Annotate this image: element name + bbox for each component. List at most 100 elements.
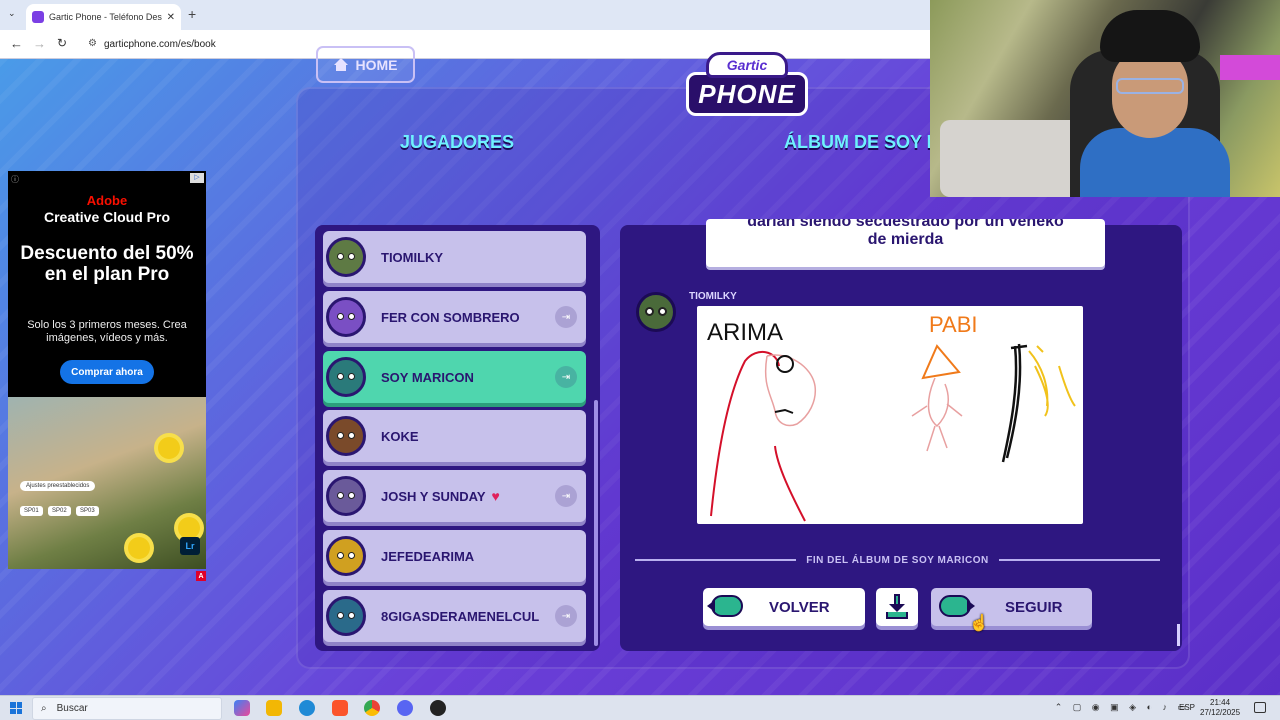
taskbar-clock[interactable]: 21:44 27/12/2025 xyxy=(1200,698,1240,718)
logo-main-text: PHONE xyxy=(686,72,808,116)
drawing-canvas: ARIMA PABI xyxy=(697,306,1083,524)
ad-presets-label: Ajustes preestablecidos xyxy=(20,481,96,491)
clock-date: 27/12/2025 xyxy=(1200,708,1241,717)
kick-player-icon[interactable]: ⇥ xyxy=(555,605,577,627)
album-caption: darían siendo secuestrado por un veneko … xyxy=(706,219,1105,267)
download-button[interactable] xyxy=(876,588,918,626)
tab-list-chevron-icon[interactable]: ⌄ xyxy=(8,8,16,19)
home-label: HOME xyxy=(355,56,398,73)
kick-player-icon[interactable]: ⇥ xyxy=(555,485,577,507)
ad-cta-button[interactable]: Comprar ahora xyxy=(60,360,154,384)
brave-icon[interactable] xyxy=(332,700,348,716)
album-scrollbar[interactable] xyxy=(1177,624,1180,646)
copilot-icon[interactable] xyxy=(234,700,250,716)
ad-headline: Descuento del 50% en el plan Pro xyxy=(20,243,194,285)
taskbar-search[interactable]: ⌕ Buscar xyxy=(32,697,222,720)
back-arrow-icon xyxy=(707,595,743,617)
adobe-ad[interactable]: ⓘ ▷ Adobe Creative Cloud Pro Descuento d… xyxy=(8,171,206,569)
browser-tab[interactable]: Gartic Phone - Teléfono Descon ✕ xyxy=(26,4,181,30)
player-avatar xyxy=(326,476,366,516)
next-label: SEGUIR xyxy=(1005,598,1063,616)
adchoices-icon[interactable]: ▷ xyxy=(190,173,204,183)
browser-tab-bar: ⌄ Gartic Phone - Teléfono Descon ✕ + xyxy=(0,0,930,30)
ad-subtext: Solo los 3 primeros meses. Crea imágenes… xyxy=(27,319,187,344)
player-row[interactable]: JOSH Y SUNDAY ♥ ⇥ xyxy=(323,470,586,522)
ad-marker-icon: A xyxy=(196,571,206,581)
mouse-cursor-icon: ☝ xyxy=(969,615,989,632)
discord-icon[interactable] xyxy=(397,700,413,716)
player-avatar xyxy=(326,596,366,636)
edge-icon[interactable] xyxy=(299,700,315,716)
ad-preset-chip: SP01 xyxy=(20,506,43,516)
flower-icon xyxy=(158,437,180,459)
ad-photo: Ajustes preestablecidos SP01 SP02 SP03 L… xyxy=(8,397,206,569)
player-row[interactable]: 8GIGASDERAMENELCUL ⇥ xyxy=(323,590,586,642)
next-button[interactable]: SEGUIR xyxy=(931,588,1092,626)
file-explorer-icon[interactable] xyxy=(266,700,282,716)
player-name: SOY MARICON xyxy=(381,369,474,385)
player-avatar xyxy=(326,536,366,576)
windows-start-icon[interactable] xyxy=(10,702,22,714)
player-name: JEFEDEARIMA xyxy=(381,548,475,564)
player-name: JOSH Y SUNDAY xyxy=(381,488,486,504)
windows-taskbar: ⌕ Buscar ⌃ ▢ ◉ ▣ ◈ ◐ ♪ ▭ ESP 21:44 27/12… xyxy=(0,695,1280,720)
heart-icon: ♥ xyxy=(491,488,500,504)
ad-brand: Adobe xyxy=(86,193,128,208)
next-arrow-icon xyxy=(939,595,975,617)
lightroom-logo-icon: Lr xyxy=(180,537,200,555)
flower-icon xyxy=(178,517,200,539)
player-name: FER CON SOMBRERO xyxy=(381,309,520,325)
album-end-divider: FIN DEL ÁLBUM DE SOY MARICON xyxy=(635,553,1160,567)
logo-top-text: Gartic xyxy=(706,52,788,78)
language-indicator[interactable]: ESP xyxy=(1179,703,1195,712)
forward-arrow-icon[interactable]: → xyxy=(33,36,46,51)
player-row[interactable]: FER CON SOMBRERO ⇥ xyxy=(323,291,586,343)
drawing-word-arima: ARIMA xyxy=(707,319,783,346)
new-tab-button[interactable]: + xyxy=(188,6,196,22)
player-row[interactable]: TIOMILKY xyxy=(323,231,586,283)
gartic-favicon-icon xyxy=(32,11,44,23)
players-scrollbar[interactable] xyxy=(594,400,598,646)
player-name: TIOMILKY xyxy=(381,249,444,265)
notification-icon[interactable] xyxy=(1254,702,1266,713)
ad-preset-chip: SP02 xyxy=(48,506,71,516)
player-avatar xyxy=(326,297,366,337)
gartic-phone-logo: PHONE Gartic xyxy=(686,50,808,120)
drawing: ARIMA PABI xyxy=(707,312,1076,522)
player-row[interactable]: KOKE xyxy=(323,410,586,462)
home-button[interactable]: HOME xyxy=(316,46,415,83)
ad-info-icon[interactable]: ⓘ xyxy=(11,174,19,185)
ad-preset-chip: SP03 xyxy=(76,506,99,516)
player-avatar xyxy=(326,237,366,277)
chrome-icon[interactable] xyxy=(364,700,380,716)
tab-close-icon[interactable]: ✕ xyxy=(167,12,175,23)
system-tray-icons[interactable]: ⌃ ▢ ◉ ▣ ◈ ◐ ♪ ▭ xyxy=(1055,702,1190,713)
site-info-icon[interactable]: ⚙ xyxy=(88,38,97,49)
back-arrow-icon[interactable]: ← xyxy=(10,36,23,51)
back-label: VOLVER xyxy=(769,598,830,616)
url-text[interactable]: garticphone.com/es/book xyxy=(104,39,216,50)
player-name: 8GIGASDERAMENELCUL xyxy=(381,608,540,624)
download-icon xyxy=(886,594,908,620)
obs-icon[interactable] xyxy=(430,700,446,716)
player-name: KOKE xyxy=(381,428,419,444)
search-icon: ⌕ xyxy=(41,703,47,714)
reload-icon[interactable]: ↻ xyxy=(57,36,67,50)
house-icon xyxy=(333,57,348,72)
player-avatar xyxy=(326,416,366,456)
player-row[interactable]: JEFEDEARIMA xyxy=(323,530,586,582)
player-avatar xyxy=(326,357,366,397)
player-row[interactable]: SOY MARICON ⇥ xyxy=(323,351,586,403)
clock-time: 21:44 xyxy=(1210,698,1231,707)
caption-line-1: darían siendo secuestrado por un veneko xyxy=(747,219,1064,230)
tab-title: Gartic Phone - Teléfono Descon xyxy=(49,12,162,22)
flower-icon xyxy=(128,537,150,559)
ad-product: Creative Cloud Pro xyxy=(43,209,171,225)
back-button[interactable]: VOLVER xyxy=(703,588,865,626)
drawing-word-pabi: PABI xyxy=(929,312,978,337)
drawer-name: TIOMILKY xyxy=(689,291,737,302)
kick-player-icon[interactable]: ⇥ xyxy=(555,366,577,388)
album-end-text: FIN DEL ÁLBUM DE SOY MARICON xyxy=(806,554,989,566)
kick-player-icon[interactable]: ⇥ xyxy=(555,306,577,328)
players-heading: JUGADORES xyxy=(400,132,515,152)
